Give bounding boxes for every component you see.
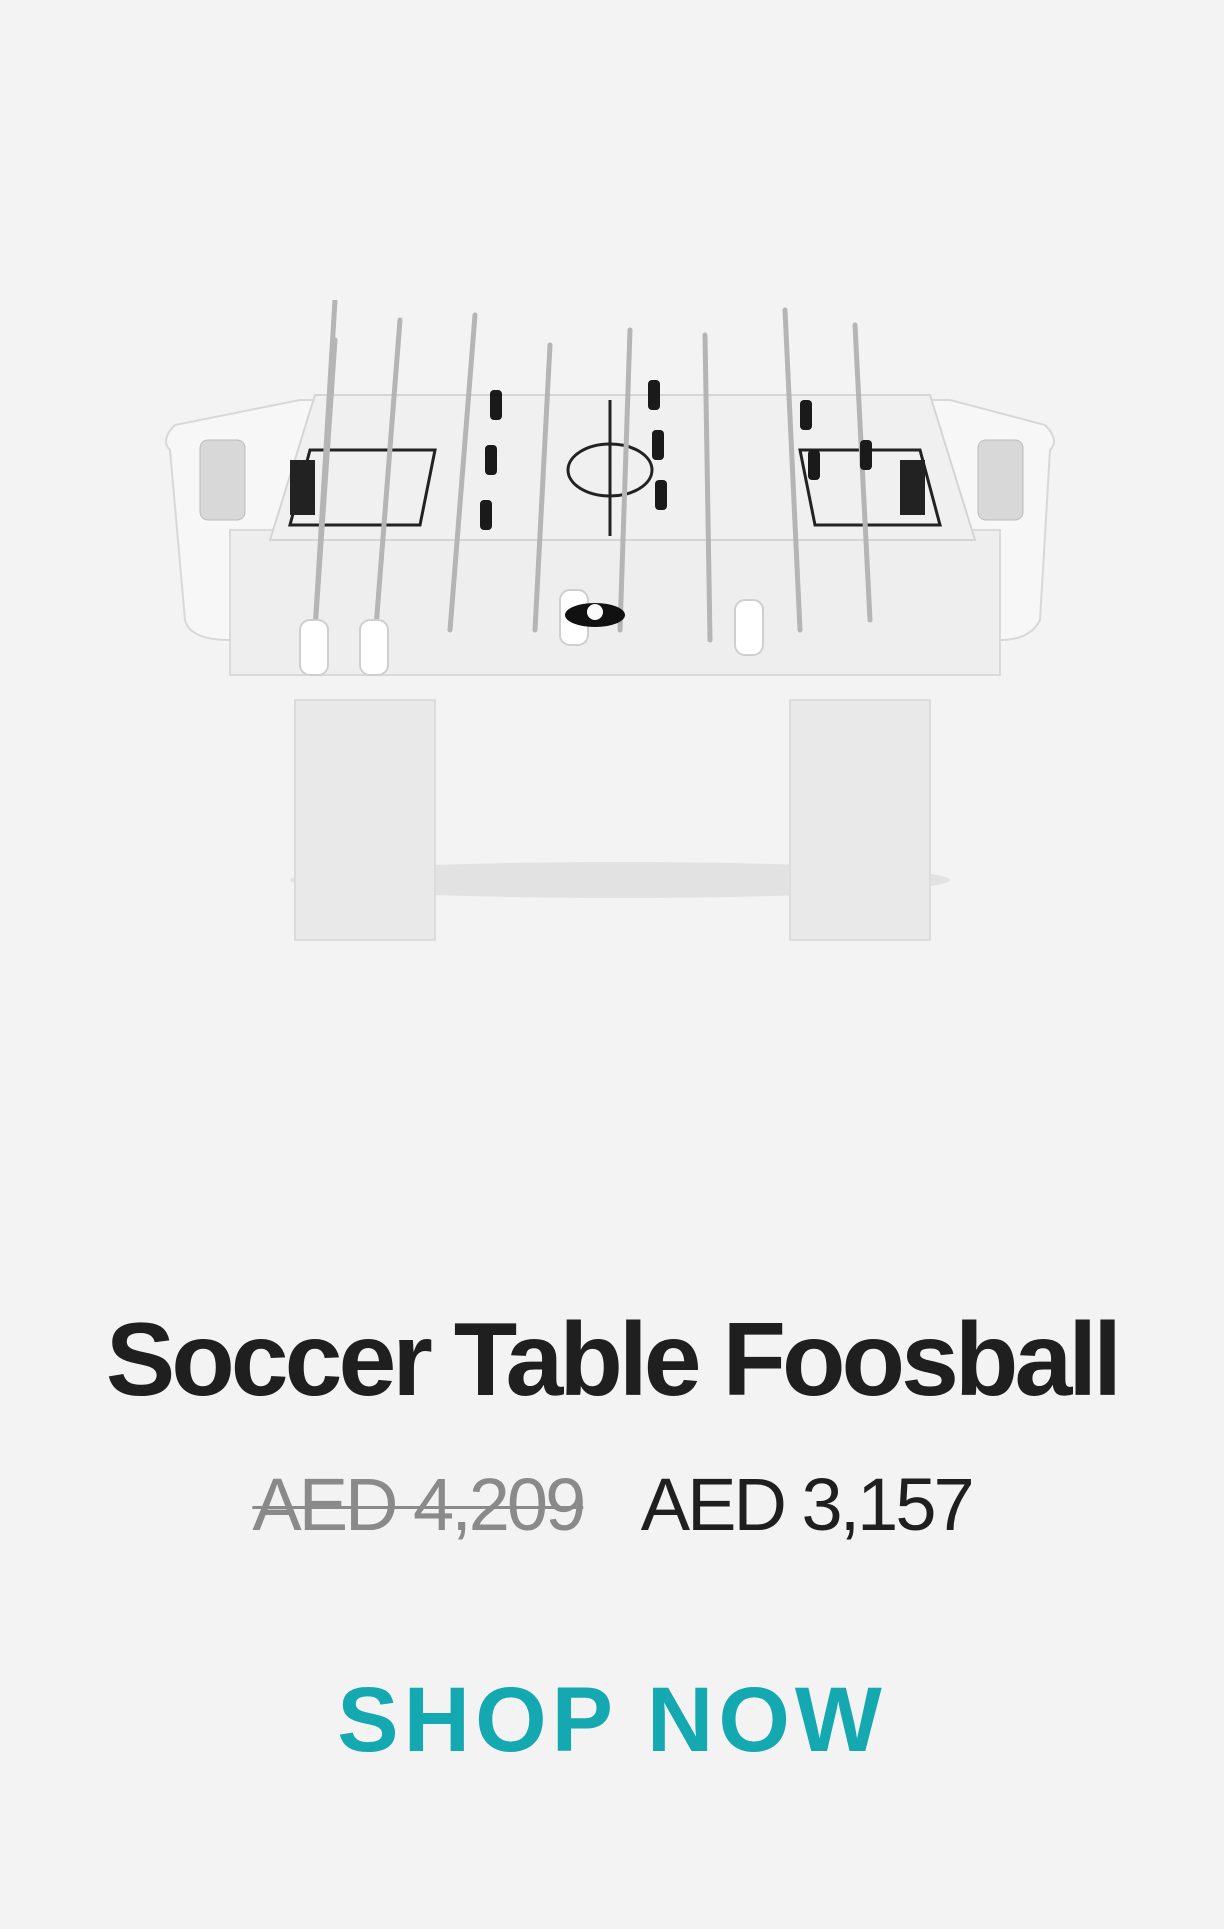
product-title[interactable]: Soccer Table Foosball	[0, 1290, 1224, 1430]
price-row: AED 4,209 AED 3,157	[0, 1455, 1224, 1555]
product-card: Soccer Table Foosball AED 4,209 AED 3,15…	[0, 0, 1224, 1929]
original-price: AED 4,209	[252, 1463, 586, 1546]
product-image[interactable]	[140, 300, 1084, 980]
sale-price: AED 3,157	[640, 1463, 975, 1546]
shop-now-button[interactable]: SHOP NOW	[0, 1660, 1224, 1780]
